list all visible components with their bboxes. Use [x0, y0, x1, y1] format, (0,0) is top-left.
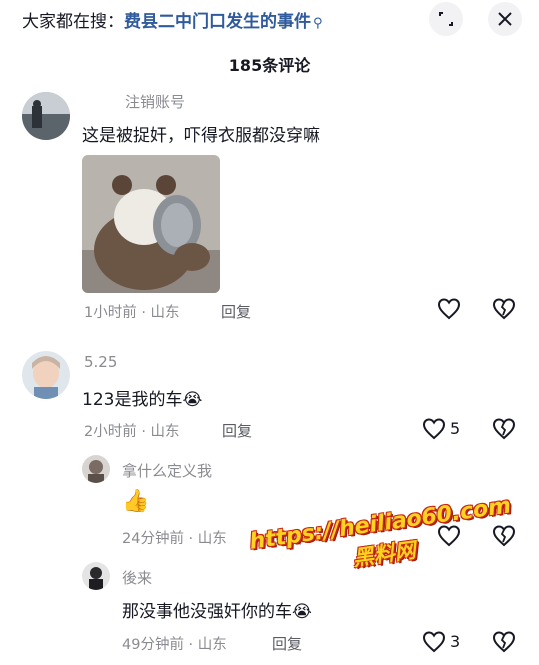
- avatar[interactable]: [82, 455, 110, 483]
- dislike-button[interactable]: [492, 631, 516, 653]
- crying-emoji: 😭: [292, 602, 312, 622]
- heart-icon: [437, 298, 461, 320]
- thumbs-up-emoji: 👍: [122, 489, 150, 514]
- comment-username[interactable]: 5.25: [84, 353, 117, 371]
- reply-username[interactable]: 拿什么定义我: [122, 460, 212, 481]
- dislike-button[interactable]: [492, 418, 516, 440]
- watermark: https://heiliao60.com 黑料网: [248, 493, 517, 586]
- hot-search-bar[interactable]: 大家都在搜：费县二中门口发生的事件 ⚲: [22, 7, 323, 32]
- close-icon: [497, 11, 513, 27]
- reply-button[interactable]: 回复: [272, 633, 302, 654]
- hot-search-query-link[interactable]: 费县二中门口发生的事件: [124, 12, 311, 32]
- broken-heart-icon: [492, 418, 516, 440]
- like-count: 5: [450, 419, 461, 438]
- search-icon: ⚲: [313, 16, 323, 31]
- comment-username[interactable]: 注销账号: [125, 91, 185, 112]
- dislike-button[interactable]: [492, 298, 516, 320]
- panda-with-bowl-sticker-icon: [82, 155, 220, 293]
- reply-button[interactable]: 回复: [222, 420, 252, 441]
- reply-button[interactable]: 回复: [221, 301, 251, 322]
- comment-sticker-image[interactable]: [82, 155, 220, 293]
- heart-icon: [422, 631, 446, 653]
- comment-text: 这是被捉奸，吓得衣服都没穿嘛: [82, 126, 320, 146]
- like-count: 3: [450, 632, 461, 651]
- hot-search-prefix: 大家都在搜：: [22, 12, 124, 32]
- close-button[interactable]: [488, 2, 522, 36]
- reply-time-location: 49分钟前 · 山东: [122, 637, 227, 653]
- like-button[interactable]: [422, 631, 446, 653]
- broken-heart-icon: [492, 631, 516, 653]
- comment-count-title: 185条评论: [228, 56, 311, 75]
- expand-button[interactable]: [429, 2, 463, 36]
- reply-username[interactable]: 後来: [122, 567, 152, 588]
- broken-heart-icon: [492, 298, 516, 320]
- avatar[interactable]: [22, 92, 70, 140]
- heart-icon: [422, 418, 446, 440]
- avatar[interactable]: [82, 562, 110, 590]
- crying-emoji: 😭: [182, 390, 203, 410]
- comment-time-location: 2小时前 · 山东: [84, 424, 180, 440]
- comment-text: 123是我的车😭: [82, 390, 203, 410]
- like-button[interactable]: [422, 418, 446, 440]
- reply-time-location: 24分钟前 · 山东: [122, 531, 227, 547]
- expand-icon: [438, 11, 454, 27]
- comment-time-location: 1小时前 · 山东: [84, 305, 180, 321]
- avatar[interactable]: [22, 351, 70, 399]
- reply-text: 那没事他没强奸你的车😭: [122, 602, 312, 622]
- like-button[interactable]: [437, 298, 461, 320]
